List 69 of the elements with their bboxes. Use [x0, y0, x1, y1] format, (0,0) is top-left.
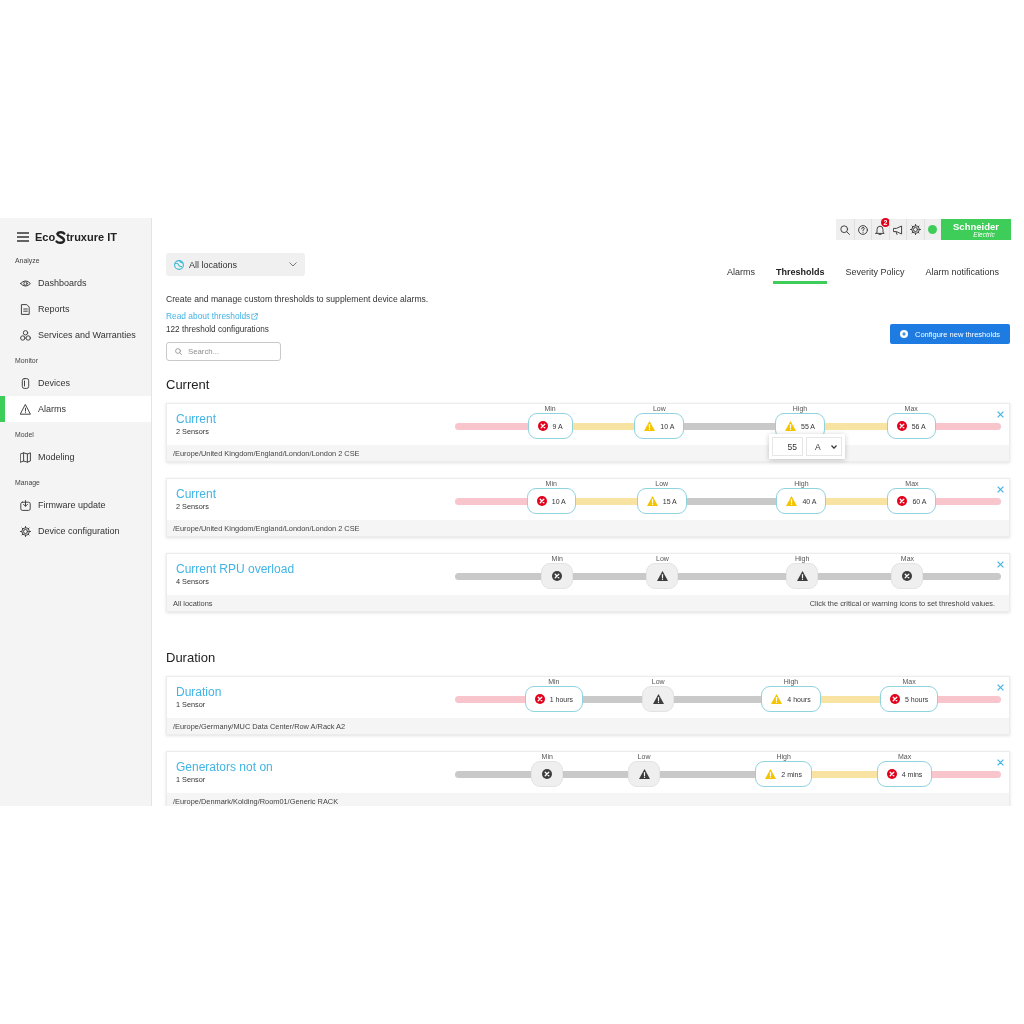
bell-icon[interactable]	[875, 224, 886, 235]
section-heading: Duration	[166, 650, 217, 666]
threshold-chip[interactable]	[786, 563, 819, 589]
error-icon	[552, 571, 563, 581]
trefoil-icon	[20, 329, 31, 341]
device-icon	[20, 377, 31, 389]
warning-icon	[652, 694, 664, 704]
error-icon	[542, 769, 553, 779]
settings-icon[interactable]	[909, 224, 921, 235]
tab[interactable]: Alarms	[723, 267, 758, 284]
threshold-value-input[interactable]: 55	[772, 437, 804, 456]
tab[interactable]: Thresholds	[772, 267, 828, 284]
logo-text: truxure IT	[66, 231, 117, 243]
threshold-chip[interactable]	[628, 761, 661, 787]
configuration-count: 122 threshold configurations	[166, 324, 270, 336]
warning-icon	[765, 769, 777, 779]
warning-icon	[646, 496, 658, 506]
search-icon	[175, 348, 182, 355]
error-icon	[896, 421, 907, 431]
sidebar-item[interactable]: Reports	[0, 296, 151, 322]
sidebar-item[interactable]: Services and Warranties	[0, 322, 151, 348]
document-icon	[20, 303, 31, 315]
description-text: Create and manage custom thresholds to supplement device alarms.	[166, 293, 430, 305]
help-icon[interactable]	[857, 224, 868, 235]
threshold-chip[interactable]	[541, 563, 574, 589]
error-icon	[537, 421, 548, 431]
error-icon	[534, 694, 545, 704]
warning-icon	[20, 403, 31, 415]
logo-mark-icon	[55, 230, 67, 244]
warning-icon	[656, 571, 668, 581]
external-link-icon	[251, 312, 259, 320]
tab[interactable]: Alarm notifications	[922, 267, 1002, 284]
brand-name: Schneider	[953, 221, 999, 231]
sidebar-item[interactable]: Dashboards	[0, 270, 151, 296]
gear-icon	[20, 525, 31, 537]
threshold-chip[interactable]	[646, 563, 679, 589]
sidebar-item[interactable]: Alarms	[0, 396, 151, 422]
sidebar-item[interactable]: Firmware update	[0, 492, 151, 518]
threshold-chip[interactable]	[531, 761, 564, 787]
tab[interactable]: Severity Policy	[842, 267, 908, 284]
error-icon	[897, 496, 908, 506]
warning-icon	[771, 694, 783, 704]
warning-icon	[796, 571, 808, 581]
chevron-down-icon	[831, 444, 838, 449]
sidebar-item[interactable]: Modeling	[0, 444, 151, 470]
threshold-chip[interactable]	[891, 563, 924, 589]
search-icon[interactable]	[839, 224, 850, 235]
chevron-down-icon	[289, 262, 297, 267]
logo-text: Eco	[35, 231, 56, 243]
unit-select[interactable]: A	[806, 437, 843, 456]
warning-icon	[786, 496, 798, 506]
sidebar-item[interactable]: Devices	[0, 370, 151, 396]
error-icon	[889, 694, 900, 704]
warning-icon	[785, 421, 796, 431]
warning-icon	[644, 421, 656, 431]
error-icon	[902, 571, 913, 581]
section-heading: Current	[166, 377, 211, 393]
error-icon	[886, 769, 897, 779]
sidebar-item[interactable]: Device configuration	[0, 518, 151, 544]
threshold-chip[interactable]	[642, 686, 675, 712]
map-icon	[20, 451, 31, 463]
warning-icon	[638, 769, 650, 779]
error-icon	[536, 496, 547, 506]
menu-icon[interactable]	[17, 232, 29, 242]
location-dropdown[interactable]: All locations	[166, 253, 305, 276]
eye-icon	[20, 277, 31, 289]
globe-icon	[174, 259, 184, 270]
megaphone-icon[interactable]	[892, 224, 903, 235]
plus-circle-icon	[900, 330, 908, 338]
